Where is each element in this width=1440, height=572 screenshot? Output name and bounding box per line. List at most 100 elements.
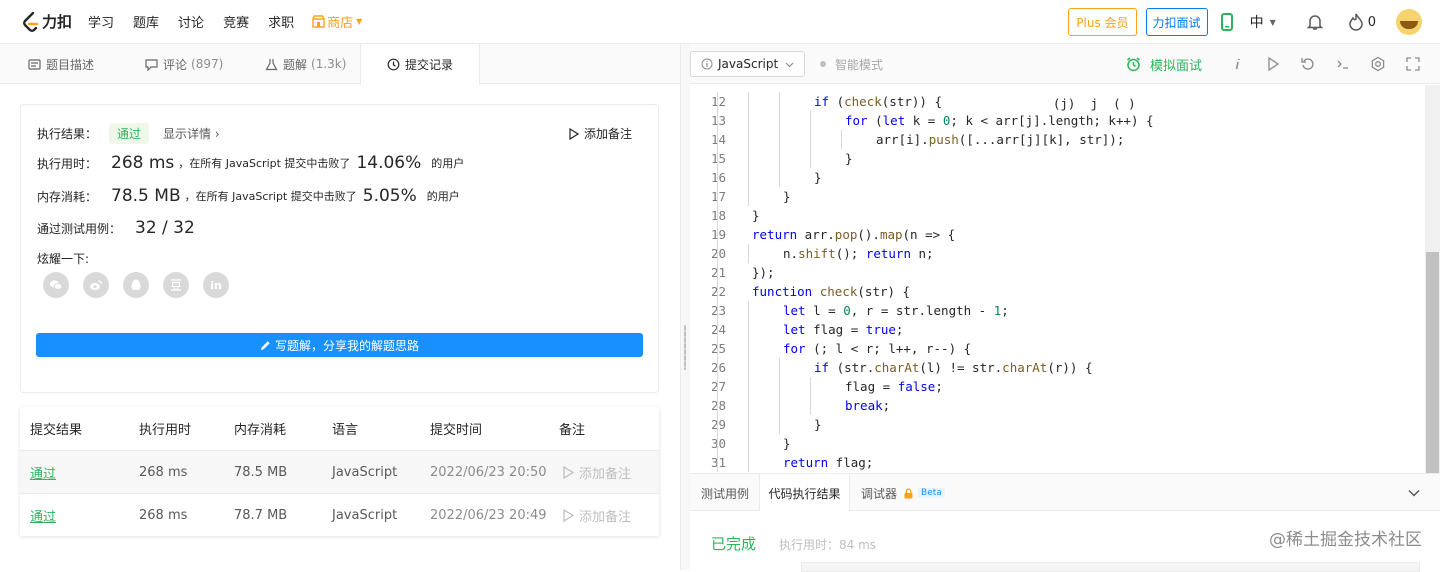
caret-down-icon: ▼ [356,17,363,26]
code-line: 27 flag = false; [690,377,1425,396]
runtime-text: ，在所有 JavaScript 提交中击败了 [178,157,351,170]
avatar[interactable] [1396,9,1422,35]
run-icon[interactable] [1265,56,1281,72]
terminal-icon[interactable] [1335,56,1351,72]
tab-comments[interactable]: 评论 (897) [145,44,223,84]
code-line: 15} [690,149,1425,168]
store-label: 商店 [327,16,354,31]
testcases-value: 32 / 32 [135,218,195,238]
bell-icon[interactable] [1306,13,1324,31]
code-line: 22 function check(str) { [690,282,1425,301]
result-status-row: 执行结果： 通过 显示详情 › [37,123,220,144]
nav-item-discuss[interactable]: 讨论 [178,12,204,31]
tab-count: (897) [191,57,224,71]
weibo-icon[interactable] [83,272,109,298]
nav-item-problems[interactable]: 题库 [133,12,159,31]
toggle-dot-icon [820,61,826,67]
editor-toolbar: JavaScript 智能模式 模拟面试 [690,44,1440,84]
reset-icon[interactable] [1300,56,1316,72]
info-italic-icon[interactable] [1230,56,1246,72]
nav-item-contest[interactable]: 竞赛 [223,12,249,31]
row-memory: 78.5 MB [234,465,288,480]
tab-label: 题解 [283,57,308,72]
chevron-down-icon[interactable] [1408,488,1420,498]
code-text: function check(str) { [752,284,911,299]
header-status: 提交结果 [30,423,83,438]
status-link[interactable]: 通过 [30,463,56,482]
nav-item-learn[interactable]: 学习 [88,12,114,31]
indent-guide [779,358,780,434]
editor-scrollbar-thumb[interactable] [1426,252,1439,495]
code-text: flag = false; [845,379,943,394]
mobile-app-icon[interactable] [1220,13,1234,31]
clock-icon [387,58,400,71]
code-editor[interactable]: (j) j ( ) 12 if (check(str)) {13 for (let … [690,85,1440,473]
douban-icon[interactable] [163,272,189,298]
code-line: 21}); [690,263,1425,282]
code-line: 30} [690,434,1425,453]
tab-debugger[interactable]: 调试器 Beta [861,474,945,512]
tab-testcase[interactable]: 测试用例 [701,474,749,512]
qq-icon[interactable] [123,272,149,298]
console-tabs: 测试用例 代码执行结果 调试器 Beta [690,473,1440,513]
add-note-button[interactable]: 添加备注 [569,125,632,142]
table-row[interactable]: 通过 268 ms 78.5 MB JavaScript 2022/06/23 … [20,450,659,493]
code-line: 25 for (; l < r; l++, r--) { [690,339,1425,358]
indent-guide [841,130,842,149]
plus-member-button[interactable]: Plus 会员 [1068,8,1137,36]
nav-item-jobs[interactable]: 求职 [268,12,294,31]
smart-mode-toggle[interactable]: 智能模式 [820,44,883,84]
problem-tabs: 题目描述 评论 (897) 题解 (1.3k) 提交记录 [0,44,680,85]
memory-row: 内存消耗： 78.5 MB ，在所有 JavaScript 提交中击败了 5.0… [37,186,460,206]
result-card: 执行结果： 通过 显示详情 › 添加备注 执行用时： 268 ms ，在所有 J… [20,104,659,393]
logo[interactable]: 力扣 [20,11,72,33]
linkedin-icon[interactable]: in [203,272,229,298]
code-line: 29} [690,415,1425,434]
code-text: break; [845,398,891,413]
line-number: 24 [710,322,726,337]
wechat-icon[interactable] [43,272,69,298]
resize-grip-icon[interactable] [684,325,686,370]
line-number: 28 [710,398,726,413]
tab-description[interactable]: 题目描述 [28,44,94,84]
header-runtime: 执行用时 [139,423,192,438]
chevron-down-icon [785,62,794,68]
code-line: 13 for (let k = 0; k < arr[j].length; k++… [690,111,1425,130]
row-add-note[interactable]: 添加备注 [563,494,631,537]
line-number: 16 [710,170,726,185]
tab-solutions[interactable]: 题解 (1.3k) [265,44,346,84]
line-number: 31 [710,455,726,470]
status-link[interactable]: 通过 [30,506,56,525]
store-icon [312,15,325,28]
run-exec-time: 执行用时：84 ms [779,538,877,552]
table-row[interactable]: 通过 268 ms 78.7 MB JavaScript 2022/06/23 … [20,493,659,536]
line-number: 12 [710,94,726,109]
nav-item-store[interactable]: 商店 ▼ [312,12,362,31]
row-add-note[interactable]: 添加备注 [563,451,631,494]
row-status[interactable]: 通过 [30,451,56,494]
code-line: 19 return arr.pop().map(n => { [690,225,1425,244]
fire-count: 0 [1367,14,1376,30]
fire-icon[interactable] [1348,13,1364,31]
interview-button[interactable]: 力扣面试 [1145,8,1208,36]
fullscreen-icon[interactable] [1405,56,1421,72]
runtime-percent: 14.06% [356,153,422,173]
language-label: 中 [1249,15,1264,31]
line-number: 13 [710,113,726,128]
line-number: 19 [710,227,726,242]
tab-submissions[interactable]: 提交记录 [360,44,480,85]
line-number: 30 [710,436,726,451]
panel-divider[interactable] [680,44,690,570]
memory-percent: 5.05% [362,186,417,206]
language-switch[interactable]: 中 ▼ [1250,12,1276,32]
code-line: 17} [690,187,1425,206]
document-icon [28,58,41,70]
write-solution-button[interactable]: 写题解，分享我的解题思路 [36,333,643,357]
editor-panel: JavaScript 智能模式 模拟面试 (j) j ( ) 12 if (che… [690,44,1440,572]
settings-icon[interactable] [1370,56,1386,72]
mock-interview-button[interactable]: 模拟面试 [1126,44,1202,84]
tab-run-result[interactable]: 代码执行结果 [759,474,850,513]
row-status[interactable]: 通过 [30,494,56,537]
language-select[interactable]: JavaScript [690,51,805,77]
show-details-link[interactable]: 显示详情 › [163,125,220,142]
